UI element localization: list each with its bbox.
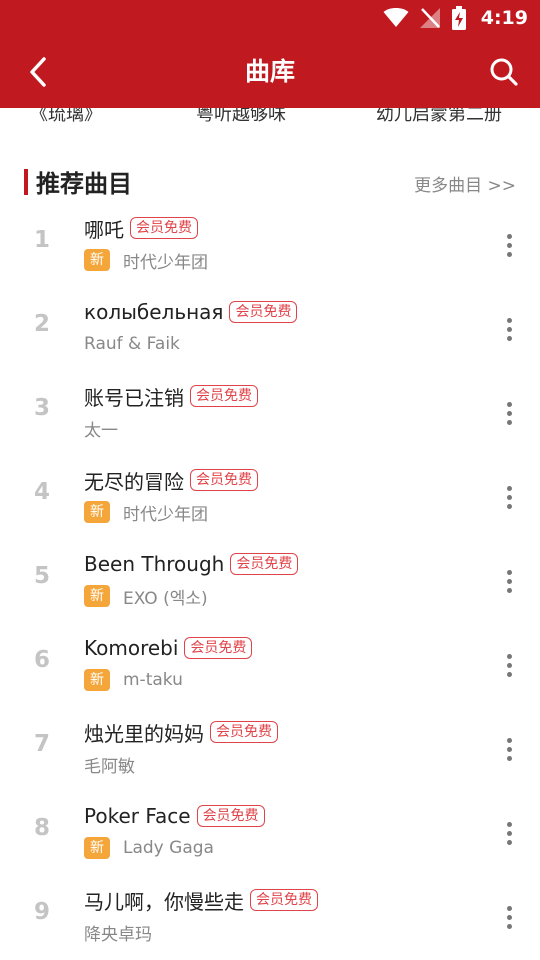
- song-rank: 2: [33, 311, 50, 337]
- song-artist: EXO (엑소): [123, 588, 208, 609]
- new-badge: 新: [84, 585, 110, 607]
- song-row[interactable]: 7 烛光里的妈妈 会员免费 毛阿敏: [0, 707, 540, 791]
- song-list: 1 哪吒 会员免费 新时代少年团 2 колыбельная 会员免费 Rauf &…: [0, 203, 540, 959]
- song-artist: 时代少年团: [123, 504, 208, 525]
- section-accent-bar: [24, 169, 28, 195]
- page-title: 曲库: [244, 57, 295, 86]
- more-vertical-icon[interactable]: [494, 477, 524, 517]
- more-vertical-icon[interactable]: [494, 309, 524, 349]
- song-info: 马儿啊，你慢些走 会员免费 降央卓玛: [84, 885, 470, 947]
- song-artist: 太一: [84, 420, 118, 441]
- vip-free-badge: 会员免费: [190, 385, 258, 407]
- status-time: 4:19: [480, 7, 528, 29]
- song-rank: 7: [33, 731, 50, 757]
- song-title: 烛光里的妈妈: [84, 721, 204, 746]
- vip-free-badge: 会员免费: [130, 217, 198, 239]
- song-rank: 1: [33, 227, 50, 253]
- more-vertical-icon[interactable]: [494, 393, 524, 433]
- back-button[interactable]: [18, 52, 58, 92]
- chevron-left-icon: [30, 57, 46, 87]
- category-strip: 《琉璃》 粤听越够味 幼儿启蒙第二册: [0, 108, 540, 134]
- song-row[interactable]: 8 Poker Face 会员免费 新 Lady Gaga: [0, 791, 540, 875]
- battery-charging-icon: [451, 6, 466, 30]
- song-row[interactable]: 1 哪吒 会员免费 新时代少年团: [0, 203, 540, 287]
- section-header: 推荐曲目 更多曲目 >>: [0, 160, 540, 204]
- song-artist: Lady Gaga: [123, 838, 214, 858]
- no-signal-icon: [419, 8, 440, 28]
- song-info: колыбельная 会员免费 Rauf & Faik: [84, 297, 470, 359]
- song-rank: 6: [33, 647, 50, 673]
- song-title: 无尽的冒险: [84, 469, 184, 494]
- status-icons: 4:19: [383, 0, 528, 36]
- song-row[interactable]: 3 账号已注销 会员免费 太一: [0, 371, 540, 455]
- new-badge: 新: [84, 669, 110, 691]
- song-info: 账号已注销 会员免费 太一: [84, 381, 470, 443]
- vip-free-badge: 会员免费: [230, 553, 299, 575]
- search-icon: [490, 58, 518, 86]
- category-item[interactable]: 幼儿启蒙第二册: [376, 108, 502, 126]
- song-title: 账号已注销: [84, 385, 184, 410]
- song-artist: Rauf & Faik: [84, 334, 180, 354]
- section-title: 推荐曲目: [36, 170, 132, 198]
- song-info: 无尽的冒险 会员免费 新时代少年团: [84, 465, 470, 527]
- song-title: Komorebi: [84, 636, 179, 660]
- wifi-icon: [383, 8, 409, 27]
- song-row[interactable]: 4 无尽的冒险 会员免费 新时代少年团: [0, 455, 540, 539]
- song-row[interactable]: 5 Been Through 会员免费 新 EXO (엑소): [0, 539, 540, 623]
- song-artist: 毛阿敏: [84, 756, 135, 777]
- more-vertical-icon[interactable]: [494, 561, 524, 601]
- song-rank: 4: [33, 479, 50, 505]
- more-vertical-icon[interactable]: [494, 729, 524, 769]
- song-title: Poker Face: [84, 804, 191, 828]
- new-badge: 新: [84, 249, 110, 271]
- song-title: 哪吒: [84, 217, 124, 242]
- song-row[interactable]: 9 马儿啊，你慢些走 会员免费 降央卓玛: [0, 875, 540, 959]
- song-artist: 降央卓玛: [84, 924, 152, 945]
- vip-free-badge: 会员免费: [210, 721, 278, 743]
- song-artist: m-taku: [123, 670, 183, 690]
- song-title: колыбельная: [84, 300, 224, 324]
- vip-free-badge: 会员免费: [196, 805, 265, 827]
- song-info: Poker Face 会员免费 新 Lady Gaga: [84, 801, 470, 863]
- vip-free-badge: 会员免费: [250, 889, 318, 911]
- vip-free-badge: 会员免费: [190, 469, 258, 491]
- song-info: 烛光里的妈妈 会员免费 毛阿敏: [84, 717, 470, 779]
- song-info: Komorebi 会员免费 新 m-taku: [84, 633, 470, 695]
- song-rank: 8: [33, 815, 50, 841]
- app-bar: 曲库: [0, 36, 540, 108]
- more-songs-link[interactable]: 更多曲目 >>: [414, 171, 516, 196]
- category-item[interactable]: 粤听越够味: [196, 108, 286, 126]
- song-rank: 3: [33, 395, 50, 421]
- new-badge: 新: [84, 837, 110, 859]
- song-info: Been Through 会员免费 新 EXO (엑소): [84, 549, 470, 611]
- song-info: 哪吒 会员免费 新时代少年团: [84, 213, 470, 275]
- vip-free-badge: 会员免费: [184, 637, 253, 659]
- category-item[interactable]: 《琉璃》: [30, 108, 102, 126]
- song-rank: 5: [33, 563, 50, 589]
- more-vertical-icon[interactable]: [494, 897, 524, 937]
- song-rank: 9: [33, 899, 50, 925]
- vip-free-badge: 会员免费: [229, 301, 298, 323]
- more-vertical-icon[interactable]: [494, 813, 524, 853]
- more-vertical-icon[interactable]: [494, 645, 524, 685]
- song-row[interactable]: 6 Komorebi 会员免费 新 m-taku: [0, 623, 540, 707]
- new-badge: 新: [84, 501, 110, 523]
- status-bar: 4:19: [0, 0, 540, 36]
- song-title: 马儿啊，你慢些走: [84, 889, 244, 914]
- song-row[interactable]: 2 колыбельная 会员免费 Rauf & Faik: [0, 287, 540, 371]
- song-title: Been Through: [84, 552, 225, 576]
- search-button[interactable]: [484, 52, 524, 92]
- more-vertical-icon[interactable]: [494, 225, 524, 265]
- song-artist: 时代少年团: [123, 252, 208, 273]
